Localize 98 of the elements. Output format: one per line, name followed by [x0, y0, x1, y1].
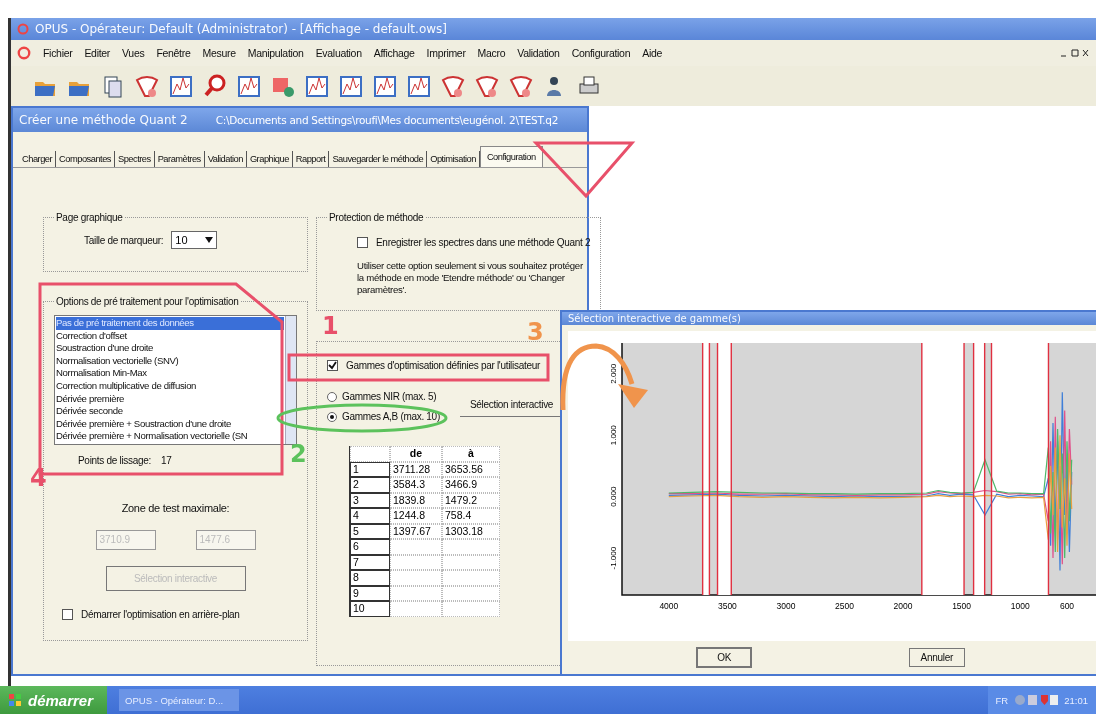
table-cell[interactable]: 758.4	[442, 508, 500, 524]
list-item[interactable]: Dérivée première + Soustraction d'une droite	[56, 417, 284, 431]
list-item[interactable]: Pas de pré traitement des données	[56, 317, 284, 330]
y-tick-label: 2.000	[609, 363, 618, 384]
radio-label: Gammes NIR (max. 5)	[342, 391, 437, 402]
table-cell[interactable]	[390, 601, 442, 617]
table-cell[interactable]	[442, 570, 500, 586]
list-item[interactable]: Normalisation Min-Max	[56, 367, 284, 380]
menu-item[interactable]: Imprimer	[426, 47, 466, 59]
table-cell[interactable]: 1244.8	[390, 508, 442, 524]
column-header: de	[390, 446, 442, 462]
tab[interactable]: Paramètres	[154, 151, 205, 167]
smoothing-value: 17	[161, 454, 172, 466]
list-item[interactable]: Dérivée première + Normalisation vectorielle (SN	[56, 430, 284, 443]
menu-item[interactable]: Manipulation	[247, 47, 304, 59]
table-cell[interactable]: 3466.9	[442, 477, 500, 493]
dialog-button[interactable]: Annuler	[908, 648, 965, 667]
x-tick-label: 2500	[835, 601, 854, 611]
checkbox-label: Enregistrer les spectres dans une méthode Quant 2	[376, 237, 591, 248]
list-item[interactable]: Dérivée seconde	[56, 405, 284, 418]
list-item[interactable]: Correction d'offset	[56, 329, 284, 343]
list-item[interactable]: Dérivée première	[56, 392, 284, 406]
menu-item[interactable]: Fenêtre	[156, 47, 191, 59]
table-cell[interactable]	[442, 539, 500, 555]
window-title: OPUS - Opérateur: Default (Administrator) - [Affichage - default.ows]	[35, 22, 447, 36]
row-number: 2	[350, 477, 390, 493]
tab[interactable]: Composantes	[56, 151, 115, 167]
menu-item[interactable]: Mesure	[202, 47, 236, 59]
radio-button[interactable]	[327, 391, 337, 402]
list-item[interactable]: Soustraction d'une droite	[56, 342, 284, 355]
column-header: à	[442, 446, 500, 462]
app-logo-icon	[17, 23, 29, 35]
group-title: Options de pré traitement pour l'optimisation	[55, 296, 240, 307]
menu-item[interactable]: Fichier	[43, 47, 73, 59]
header-cell	[350, 446, 390, 462]
x-tick-label: 3000	[776, 601, 796, 611]
checkbox[interactable]	[357, 237, 368, 248]
tab[interactable]: Spectres	[114, 151, 155, 167]
menu-item[interactable]: Affichage	[373, 47, 415, 59]
marker-size-label: Taille de marqueur:	[84, 234, 164, 246]
protection-note: Utiliser cette option seulement si vous souhaitez protéger la méthode en mode 'Etendre méthode' ou 'Changer paramètres'.	[357, 260, 584, 296]
y-tick-label: -1.000	[609, 546, 618, 570]
menu-item[interactable]: Aide	[642, 47, 663, 59]
marker-size-select[interactable]: 10	[171, 231, 218, 249]
window-controls-icon[interactable]	[1060, 48, 1090, 58]
tab[interactable]: Graphique	[246, 151, 293, 167]
table-cell[interactable]: 3584.3	[390, 477, 442, 493]
dialog-title: Créer une méthode Quant 2	[19, 113, 188, 127]
row-number: 6	[350, 539, 390, 555]
table-cell[interactable]	[390, 539, 442, 555]
y-tick-label: 0.000	[609, 486, 618, 507]
checkbox-label: Démarrer l'optimisation en arrière-plan	[81, 608, 240, 620]
clock: 21:01	[1064, 694, 1088, 706]
table-cell[interactable]	[442, 601, 500, 617]
tab[interactable]: Rapport	[292, 151, 330, 167]
x-tick-label: 1000	[1010, 601, 1030, 611]
list-item[interactable]: Correction multiplicative de diffusion	[56, 379, 284, 393]
table-cell[interactable]	[390, 570, 442, 586]
file-path: C:\Documents and Settings\roufi\Mes documents\eugénol. 2\TEST.q2	[215, 114, 559, 126]
row-number: 4	[350, 508, 390, 524]
x-tick-label: 600	[1059, 601, 1075, 611]
tab[interactable]: Sauvegarder le méthode	[329, 151, 428, 167]
test-zone-label: Zone de test maximale:	[121, 501, 230, 514]
tab[interactable]: Configuration	[479, 146, 543, 167]
menu-item[interactable]: Editer	[84, 47, 111, 59]
tray-icons[interactable]	[1014, 693, 1059, 707]
dialog-button[interactable]: OK	[696, 647, 753, 668]
x-tick-label: 2000	[893, 601, 913, 611]
menu-item[interactable]: Configuration	[571, 47, 631, 59]
row-number: 10	[350, 601, 390, 617]
annotation-number: 3	[527, 320, 544, 344]
group-title: Protection de méthode	[328, 212, 425, 223]
tab[interactable]: Validation	[204, 151, 247, 167]
radio-button[interactable]	[327, 411, 337, 422]
tab[interactable]: Charger	[19, 151, 57, 167]
annotation-number: 2	[290, 442, 307, 466]
checkbox[interactable]	[327, 360, 338, 371]
x-tick-label: 4000	[659, 601, 679, 611]
menu-item[interactable]: Macro	[477, 47, 506, 59]
y-tick-label: 1.000	[609, 425, 618, 446]
smoothing-label: Points de lissage:	[78, 454, 151, 466]
annotation-number: 1	[322, 314, 339, 338]
x-tick-label: 1500	[952, 601, 972, 611]
window-title: Sélection interactive de gamme(s)	[568, 313, 741, 324]
flag-icon	[8, 693, 22, 707]
menu-item[interactable]: Evaluation	[315, 47, 362, 59]
tab[interactable]: Optimisation	[427, 151, 480, 167]
checkbox-label: Gammes d'optimisation définies par l'utilisateur	[346, 360, 540, 371]
app-logo-icon	[17, 46, 31, 60]
scrollbar[interactable]	[285, 316, 296, 444]
dropdown-arrow-icon[interactable]	[205, 237, 214, 243]
group-title: Page graphique	[55, 212, 124, 223]
row-number: 8	[350, 570, 390, 586]
list-item[interactable]: Normalisation vectorielle (SNV)	[56, 354, 284, 368]
x-tick-label: 3500	[717, 601, 737, 611]
menu-item[interactable]: Vues	[122, 47, 145, 59]
menu-item[interactable]: Validation	[517, 47, 560, 59]
checkbox[interactable]	[62, 608, 73, 620]
